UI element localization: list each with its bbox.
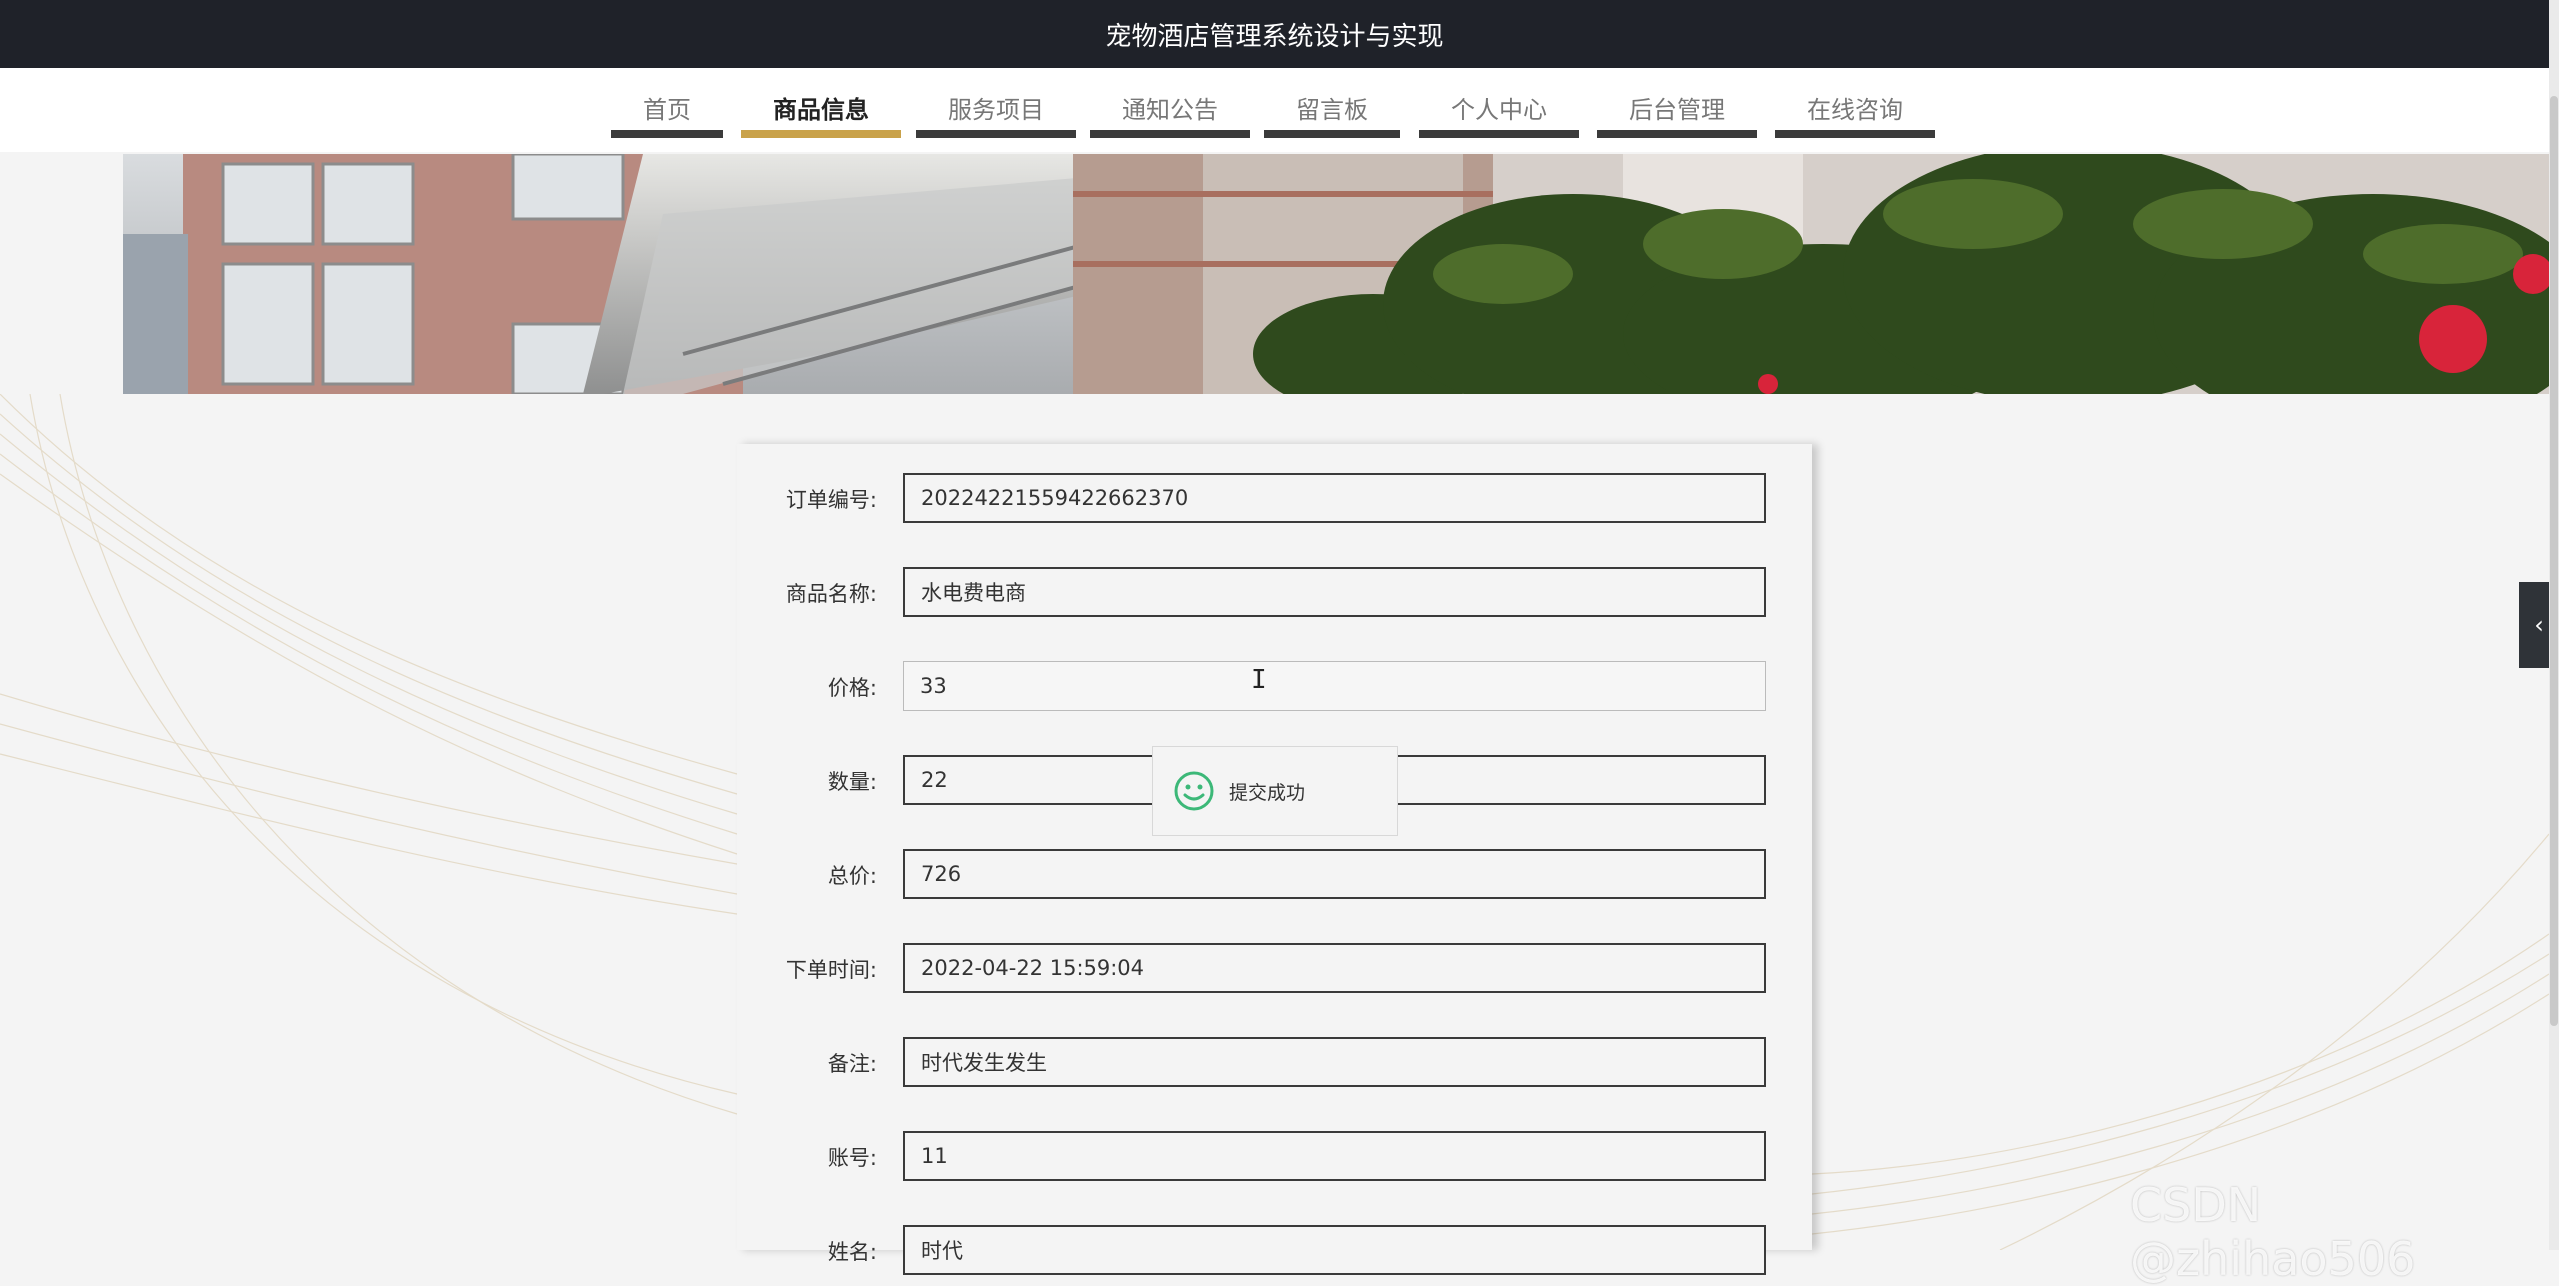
nav-notices[interactable]: 通知公告 (1090, 90, 1250, 138)
product-name-input[interactable] (903, 567, 1766, 617)
total-price-label: 总价: (827, 864, 877, 888)
nav-products[interactable]: 商品信息 (741, 90, 901, 138)
product-name-label: 商品名称: (785, 582, 877, 606)
form-row-order-time: 下单时间: (737, 943, 1812, 997)
order-number-input[interactable] (903, 473, 1766, 523)
chevron-left-icon: ‹ (2534, 611, 2544, 639)
form-row-remark: 备注: (737, 1037, 1812, 1091)
site-header: 宠物酒店管理系统设计与实现 (0, 0, 2549, 68)
main-nav: 首页 商品信息 服务项目 通知公告 留言板 个人中心 后台管理 在线咨询 (0, 68, 2549, 152)
quantity-label: 数量: (827, 770, 877, 794)
total-price-input[interactable] (903, 849, 1766, 899)
form-row-total-price: 总价: (737, 849, 1812, 903)
form-row-account: 账号: (737, 1131, 1812, 1185)
name-input[interactable] (903, 1225, 1766, 1275)
toast-message: 提交成功 (1229, 781, 1306, 804)
price-label: 价格: (827, 676, 877, 700)
order-time-input[interactable] (903, 943, 1766, 993)
form-row-product-name: 商品名称: (737, 567, 1812, 621)
nav-online-consult[interactable]: 在线咨询 (1775, 90, 1935, 138)
nav-home[interactable]: 首页 (611, 90, 723, 138)
success-toast: 提交成功 (1152, 746, 1398, 836)
remark-label: 备注: (827, 1052, 877, 1076)
smile-icon (1174, 771, 1214, 811)
watermark: CSDN @zhihao506 (2130, 1178, 2416, 1286)
order-time-label: 下单时间: (785, 958, 877, 982)
name-label: 姓名: (827, 1240, 877, 1264)
order-form: 订单编号: 商品名称: 价格: 数量: 总价: 下单时间: 备注: 账号: 姓名… (737, 444, 1812, 1275)
nav-admin[interactable]: 后台管理 (1597, 90, 1757, 138)
form-row-price: 价格: (737, 661, 1812, 715)
form-row-name: 姓名: (737, 1225, 1812, 1279)
scrollbar-thumb[interactable] (2550, 96, 2558, 1026)
nav-personal-center[interactable]: 个人中心 (1419, 90, 1579, 138)
text-cursor-icon: I (1251, 665, 1267, 695)
nav-services[interactable]: 服务项目 (916, 90, 1076, 138)
account-label: 账号: (827, 1146, 877, 1170)
order-number-label: 订单编号: (785, 488, 877, 512)
price-input[interactable] (903, 661, 1766, 711)
form-row-order-number: 订单编号: (737, 473, 1812, 527)
account-input[interactable] (903, 1131, 1766, 1181)
banner-image (123, 154, 2549, 394)
site-title: 宠物酒店管理系统设计与实现 (1105, 21, 1444, 52)
nav-message-board[interactable]: 留言板 (1264, 90, 1400, 138)
remark-input[interactable] (903, 1037, 1766, 1087)
